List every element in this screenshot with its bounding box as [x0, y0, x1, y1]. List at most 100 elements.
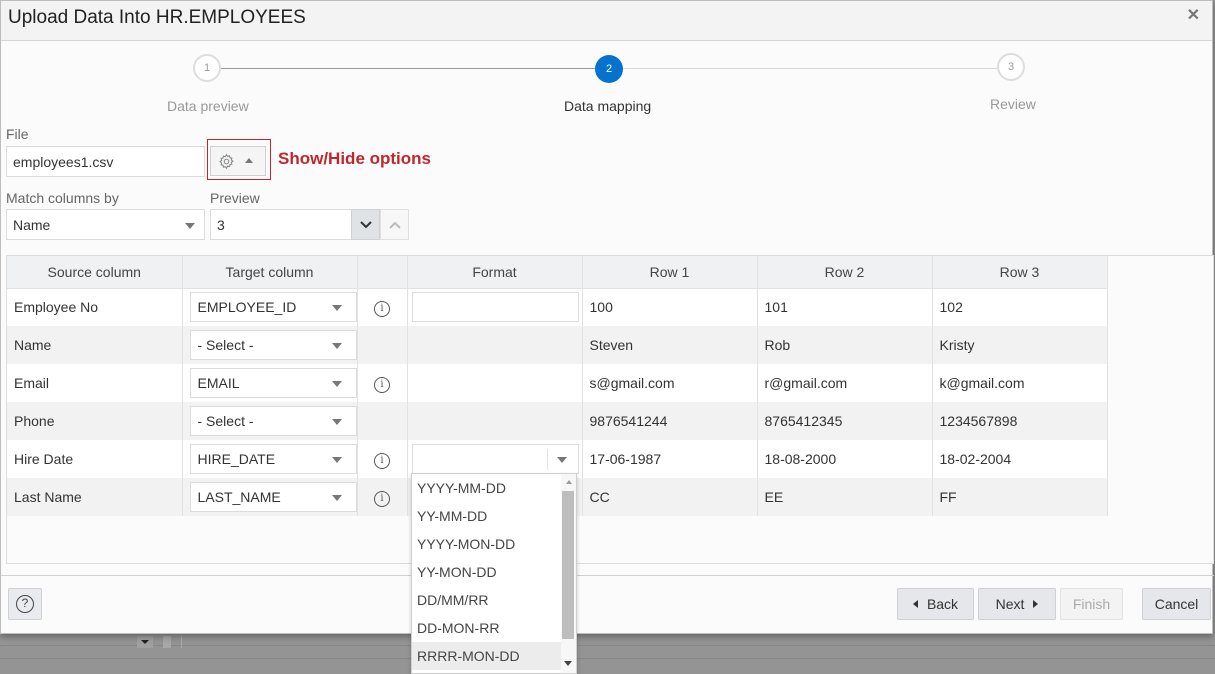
caret-down-icon — [331, 457, 342, 463]
dropdown-scrollbar[interactable] — [561, 474, 576, 673]
header-row-3: Row 3 — [932, 256, 1108, 289]
value-cell: Kristy — [932, 326, 1108, 364]
info-icon[interactable]: i — [374, 376, 390, 393]
value-cell: 18-02-2004 — [932, 440, 1108, 478]
target-cell: - Select - — [182, 402, 358, 440]
background-select — [137, 636, 153, 648]
match-columns-value: Name — [13, 216, 51, 233]
footer-divider — [1, 575, 1214, 576]
info-cell: i — [357, 288, 408, 326]
match-columns-label: Match columns by — [6, 190, 119, 206]
table-row: Name - Select - Steven Rob Kristy — [7, 326, 1108, 364]
preview-input[interactable]: 3 — [210, 209, 352, 240]
header-info — [357, 256, 408, 289]
table-row: Employee No EMPLOYEE_ID i 100 101 102 — [7, 288, 1108, 326]
source-cell: Name — [7, 326, 183, 364]
match-columns-select[interactable]: Name — [6, 209, 205, 240]
gear-icon — [219, 153, 234, 170]
target-column-select[interactable]: - Select - — [189, 406, 357, 436]
format-option[interactable]: DD-MON-RR — [412, 614, 576, 642]
target-column-select[interactable]: - Select - — [189, 330, 357, 360]
train-step-2-label: Data mapping — [564, 98, 652, 114]
format-input[interactable] — [411, 292, 579, 323]
background-divider — [0, 658, 1215, 659]
target-cell: EMPLOYEE_ID — [182, 288, 358, 326]
next-button[interactable]: Next — [978, 588, 1056, 620]
file-label: File — [6, 126, 29, 142]
format-dropdown-list: YYYY-MM-DD YY-MM-DD YYYY-MON-DD YY-MON-D… — [411, 473, 577, 674]
finish-label: Finish — [1072, 596, 1111, 612]
format-option[interactable]: DD/MM/RR — [412, 586, 576, 614]
value-cell: Steven — [582, 326, 758, 364]
train-step-1[interactable]: 1 — [193, 54, 221, 82]
format-cell — [407, 288, 583, 326]
caret-up-icon — [245, 158, 253, 163]
back-label: Back — [926, 596, 959, 612]
header-row-1: Row 1 — [582, 256, 758, 289]
format-option[interactable]: YY-MON-DD — [412, 558, 576, 586]
target-column-select[interactable]: EMAIL — [189, 368, 357, 398]
source-cell: Phone — [7, 402, 183, 440]
format-option[interactable]: YYYY-MM-DD — [412, 474, 576, 502]
info-icon[interactable]: i — [374, 452, 390, 469]
caret-down-icon — [331, 305, 342, 312]
header-row-2: Row 2 — [757, 256, 933, 289]
table-row: Phone - Select - 9876541244 8765412345 1… — [7, 402, 1108, 440]
cancel-button[interactable]: Cancel — [1142, 588, 1211, 620]
source-cell: Hire Date — [7, 440, 183, 478]
train-step-3-label: Review — [990, 96, 1036, 112]
back-button[interactable]: Back — [897, 588, 974, 620]
info-cell: i — [357, 478, 408, 516]
info-cell — [357, 326, 408, 364]
select-separator — [546, 449, 548, 470]
train-step-1-label: Data preview — [167, 98, 249, 114]
format-option[interactable]: YY-MM-DD — [412, 502, 576, 530]
target-column-select[interactable]: EMPLOYEE_ID — [189, 292, 357, 323]
train-step-2[interactable]: 2 — [595, 55, 623, 83]
train-step-3[interactable]: 3 — [997, 53, 1025, 81]
info-cell: i — [357, 440, 408, 478]
format-cell — [407, 326, 583, 364]
value-cell: 102 — [932, 288, 1108, 326]
cancel-label: Cancel — [1154, 596, 1199, 612]
info-icon[interactable]: i — [374, 490, 390, 507]
background-input — [181, 636, 411, 648]
scrollbar-thumb[interactable] — [562, 491, 574, 639]
caret-down-icon — [185, 223, 195, 229]
target-column-select[interactable]: HIRE_DATE — [189, 444, 357, 474]
scroll-down-icon[interactable] — [564, 661, 572, 666]
spin-up-button[interactable] — [380, 209, 409, 240]
triangle-left-icon — [912, 600, 918, 608]
next-label: Next — [995, 596, 1025, 612]
target-column-select[interactable]: LAST_NAME — [189, 482, 357, 512]
train-connector — [221, 68, 595, 69]
scroll-up-icon[interactable] — [566, 480, 572, 484]
help-button[interactable]: ? — [8, 588, 42, 620]
target-value: HIRE_DATE — [197, 451, 276, 467]
spin-down-button[interactable] — [351, 209, 380, 240]
value-cell: s@gmail.com — [582, 364, 758, 402]
target-value: LAST_NAME — [197, 489, 281, 505]
info-cell — [357, 402, 408, 440]
value-cell: FF — [932, 478, 1108, 516]
value-cell: 100 — [582, 288, 758, 326]
close-icon[interactable]: ✕ — [1187, 5, 1200, 25]
show-hide-options-button[interactable] — [210, 146, 266, 176]
format-option[interactable]: YYYY-MON-DD — [412, 530, 576, 558]
value-cell: 101 — [757, 288, 933, 326]
file-input[interactable]: employees1.csv — [6, 146, 205, 177]
format-option-highlighted[interactable]: RRRR-MON-DD — [412, 642, 576, 670]
info-icon[interactable]: i — [374, 300, 390, 317]
target-cell: EMAIL — [182, 364, 358, 402]
table-row: Email EMAIL i s@gmail.com r@gmail.com k@… — [7, 364, 1108, 402]
dialog-title: Upload Data Into HR.EMPLOYEES — [8, 7, 306, 28]
caret-down-icon — [331, 495, 342, 501]
preview-label: Preview — [210, 190, 260, 206]
finish-button[interactable]: Finish — [1060, 588, 1123, 620]
header-target-column: Target column — [182, 256, 358, 289]
value-cell: k@gmail.com — [932, 364, 1108, 402]
format-select[interactable] — [411, 444, 579, 474]
mapping-grid: Source column Target column Format Row 1… — [6, 255, 1214, 564]
upload-dialog: Upload Data Into HR.EMPLOYEES ✕ 1 2 3 Da… — [0, 0, 1214, 634]
value-cell: CC — [582, 478, 758, 516]
